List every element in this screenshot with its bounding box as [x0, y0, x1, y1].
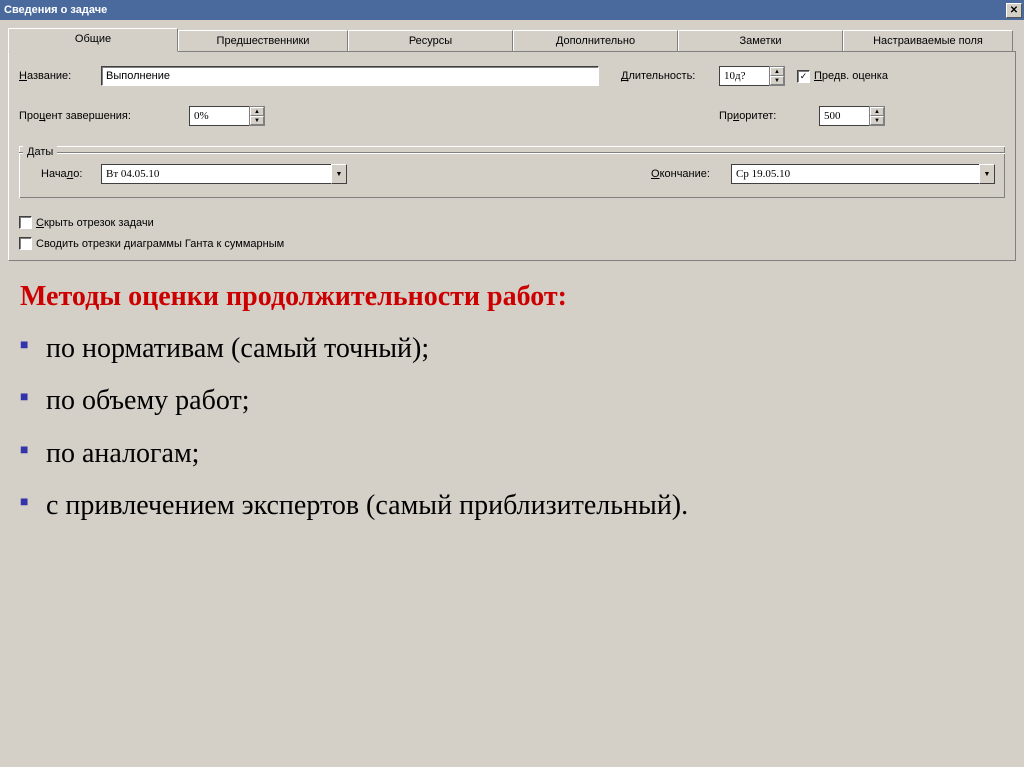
list-item: по объему работ;	[20, 383, 1004, 419]
list-item: по нормативам (самый точный);	[20, 331, 1004, 367]
tab-general[interactable]: Общие	[8, 28, 178, 52]
rollup-label: Сводить отрезки диаграммы Ганта к суммар…	[36, 238, 284, 250]
estimate-checkbox[interactable]: ✓ Предв. оценка	[797, 70, 888, 83]
priority-input[interactable]	[819, 106, 869, 126]
title-bar: Сведения о задаче ✕	[0, 0, 1024, 20]
list-item: с привлечением экспертов (самый приблизи…	[20, 488, 1004, 524]
tab-resources[interactable]: Ресурсы	[348, 30, 513, 51]
start-date-combo[interactable]: ▼	[101, 164, 347, 184]
tab-advanced[interactable]: Дополнительно	[513, 30, 678, 51]
start-label: Начало:	[41, 168, 101, 180]
slide-list: по нормативам (самый точный); по объему …	[20, 331, 1004, 525]
tab-predecessors[interactable]: Предшественники	[178, 30, 348, 51]
finish-date-dropdown-button[interactable]: ▼	[979, 164, 995, 184]
tab-strip: Общие Предшественники Ресурсы Дополнител…	[8, 28, 1016, 52]
close-button[interactable]: ✕	[1006, 3, 1022, 18]
finish-date-combo[interactable]: ▼	[731, 164, 995, 184]
percent-complete-label: Процент завершения:	[19, 110, 189, 122]
dates-legend: Даты	[23, 146, 57, 158]
priority-spinner[interactable]: ▲ ▼	[819, 106, 885, 126]
priority-up-button[interactable]: ▲	[870, 107, 884, 116]
slide-heading: Методы оценки продолжительности работ:	[20, 281, 1004, 313]
percent-down-button[interactable]: ▼	[250, 116, 264, 125]
list-item: по аналогам;	[20, 436, 1004, 472]
start-date-input[interactable]	[101, 164, 331, 184]
priority-down-button[interactable]: ▼	[870, 116, 884, 125]
duration-down-button[interactable]: ▼	[770, 76, 784, 85]
percent-complete-spinner[interactable]: ▲ ▼	[189, 106, 265, 126]
tab-panel-general: Название: Длительность: ▲ ▼ ✓ Предв. оце…	[8, 52, 1016, 261]
tab-custom-fields[interactable]: Настраиваемые поля	[843, 30, 1013, 51]
finish-date-input[interactable]	[731, 164, 979, 184]
slide-content: Методы оценки продолжительности работ: п…	[0, 269, 1024, 561]
duration-label: Длительность:	[621, 70, 719, 82]
hide-bar-label: Скрыть отрезок задачи	[36, 217, 154, 229]
hide-bar-checkbox-box[interactable]	[19, 216, 32, 229]
finish-label: Окончание:	[651, 168, 731, 180]
duration-spinner[interactable]: ▲ ▼	[719, 66, 785, 86]
duration-up-button[interactable]: ▲	[770, 67, 784, 76]
dialog-body: Общие Предшественники Ресурсы Дополнител…	[0, 20, 1024, 269]
name-input[interactable]	[101, 66, 599, 86]
duration-input[interactable]	[719, 66, 769, 86]
percent-up-button[interactable]: ▲	[250, 107, 264, 116]
start-date-dropdown-button[interactable]: ▼	[331, 164, 347, 184]
tab-notes[interactable]: Заметки	[678, 30, 843, 51]
hide-bar-checkbox[interactable]: Скрыть отрезок задачи	[19, 216, 1005, 229]
rollup-checkbox[interactable]: Сводить отрезки диаграммы Ганта к суммар…	[19, 237, 1005, 250]
dates-fieldset: Даты Начало: ▼ Окончание: ▼	[19, 146, 1005, 198]
estimate-checkbox-box[interactable]: ✓	[797, 70, 810, 83]
estimate-label: Предв. оценка	[814, 70, 888, 82]
percent-complete-input[interactable]	[189, 106, 249, 126]
name-label: Название:	[19, 70, 101, 82]
window-title: Сведения о задаче	[4, 4, 107, 16]
rollup-checkbox-box[interactable]	[19, 237, 32, 250]
priority-label: Приоритет:	[719, 110, 819, 122]
